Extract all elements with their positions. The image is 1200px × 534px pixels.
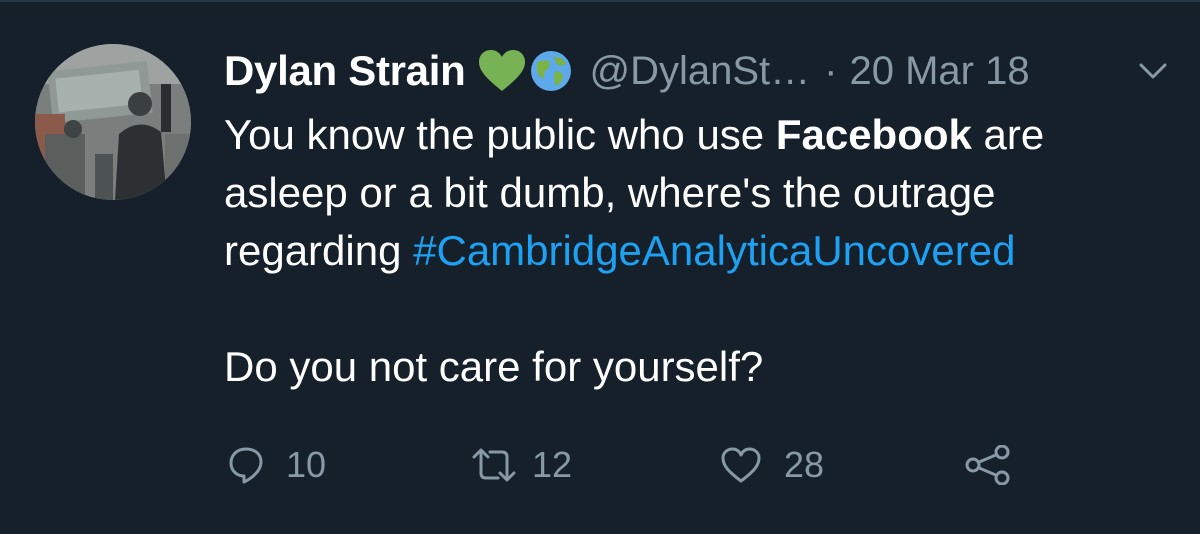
tweet-actions: 10 12 28 [224,440,1184,490]
tweet-text-segment: You know the public who use [224,111,776,158]
globe-icon [529,49,573,93]
heart-icon [720,446,762,484]
reply-icon [228,446,264,484]
tweet-text: You know the public who use Facebook are… [224,106,1174,396]
avatar-photo [35,44,191,200]
tweet-text-segment: regarding [224,227,414,274]
share-button[interactable] [964,440,1012,490]
bold-keyword: Facebook [775,111,972,158]
retweet-icon [472,447,516,483]
green-heart-icon [477,49,527,93]
retweet-count: 12 [532,444,573,485]
hashtag-link[interactable]: #CambridgeAnalyticaUncovered [413,227,1015,274]
reply-count: 10 [286,444,327,485]
tweet-text-line: You know the public who use Facebook are [224,106,1174,164]
author-name[interactable]: Dylan Strain [224,47,466,95]
avatar[interactable] [35,44,191,200]
tweet-text-line: Do you not care for yourself? [224,343,764,390]
tweet-text-segment: are [971,111,1045,158]
like-count: 28 [784,444,825,485]
retweet-button[interactable]: 12 [472,440,572,490]
tweet-date[interactable]: 20 Mar 18 [849,49,1029,94]
tweet-text-line: regarding #CambridgeAnalyticaUncovered [224,222,1174,280]
author-handle[interactable]: @DylanSt… [589,49,810,94]
tweet-header: Dylan Strain @DylanSt… · 20 Mar 18 [224,46,1030,96]
like-button[interactable]: 28 [720,440,824,490]
tweet-text-line: asleep or a bit dumb, where's the outrag… [224,169,996,216]
share-icon [964,445,1012,485]
chevron-down-icon[interactable] [1135,56,1171,86]
separator-dot: · [824,48,838,93]
reply-button[interactable]: 10 [228,440,326,490]
tweet-card[interactable]: Dylan Strain @DylanSt… · 20 Mar 18 You k… [0,0,1200,534]
